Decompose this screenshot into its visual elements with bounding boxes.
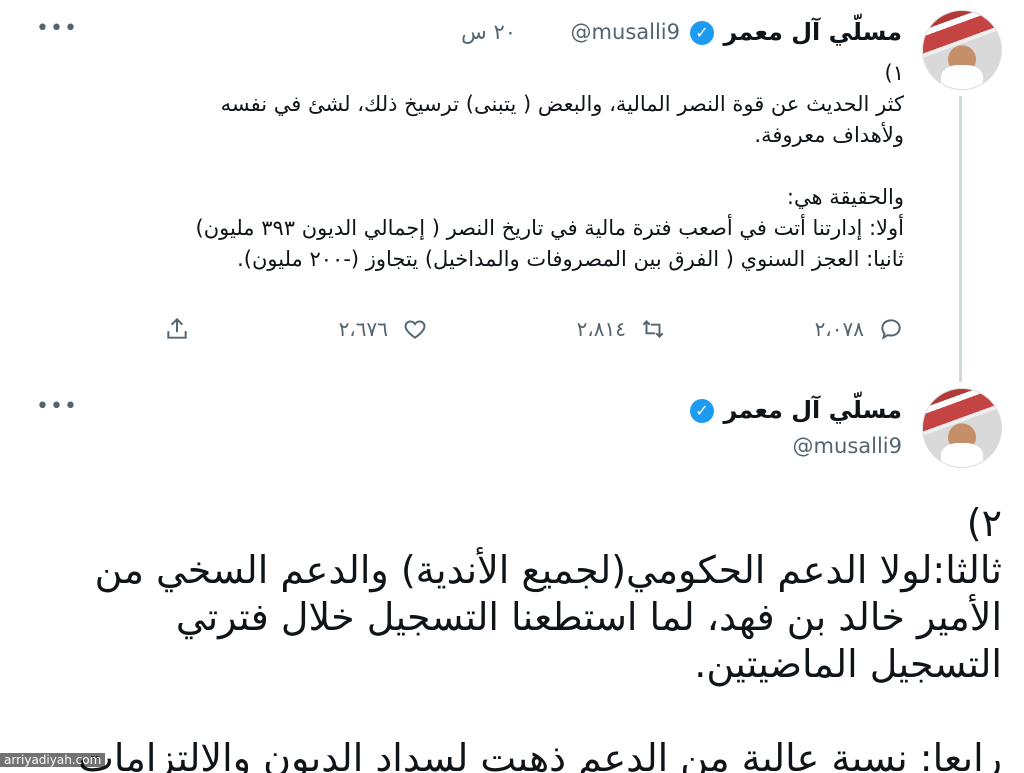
avatar[interactable] xyxy=(922,388,1002,468)
like-icon xyxy=(404,320,426,339)
handle[interactable]: @musalli9 xyxy=(571,20,680,44)
retweet-icon xyxy=(642,320,664,338)
retweet-count: ٢،٨١٤ xyxy=(576,317,626,341)
verified-badge-icon: ✓ xyxy=(690,399,714,423)
watermark: arriyadiyah.com xyxy=(0,753,106,767)
handle[interactable]: @musalli9 xyxy=(793,434,902,458)
tweet-actions: ٢،٠٧٨ ٢،٨١٤ ٢،٦٧٦ xyxy=(164,316,904,342)
tweet-text-line: ولأهداف معروفة. xyxy=(754,123,904,147)
tweet-text-line: ٢) xyxy=(966,501,1002,545)
tweet-text-line: رابعا: نسبة عالية من الدعم ذهبت لسداد ال… xyxy=(78,736,1002,773)
verified-badge-icon: ✓ xyxy=(690,21,714,45)
display-name[interactable]: مسلّي آل معمر xyxy=(723,396,902,424)
like-count: ٢،٦٧٦ xyxy=(338,317,388,341)
tweet-text-line: كثر الحديث عن قوة النصر المالية، والبعض … xyxy=(220,92,904,116)
tweet-2-body: ٢) ثالثا:لولا الدعم الحكومي(لجميع الأندي… xyxy=(12,500,1002,773)
tweet-text-line: أولا: إدارتنا أتت في أصعب فترة مالية في … xyxy=(195,216,904,240)
more-icon[interactable]: ••• xyxy=(36,16,78,41)
thread-line xyxy=(959,96,962,382)
retweet-button[interactable]: ٢،٨١٤ xyxy=(577,316,666,342)
share-button[interactable] xyxy=(164,316,190,342)
tweet-text-line xyxy=(12,688,1002,735)
tweet-text-line: التسجيل الماضيتين. xyxy=(694,642,1002,686)
avatar[interactable] xyxy=(922,10,1002,90)
tweet-text-line: والحقيقة هي: xyxy=(786,185,904,209)
tweet-text-line: ثالثا:لولا الدعم الحكومي(لجميع الأندية) … xyxy=(94,548,1002,592)
share-icon xyxy=(167,317,187,339)
tweet-text-line: ثانيا: العجز السنوي ( الفرق بين المصروفا… xyxy=(237,247,904,271)
display-name[interactable]: مسلّي آل معمر xyxy=(723,18,902,46)
tweet-text-line: ١) xyxy=(884,61,904,85)
more-icon[interactable]: ••• xyxy=(36,394,78,419)
timestamp[interactable]: ٢٠ س xyxy=(461,20,516,44)
reply-count: ٢،٠٧٨ xyxy=(814,317,864,341)
tweet-1: مسلّي آل معمر ✓ @musalli9 ٢٠ س ••• ١) كث… xyxy=(0,0,1024,382)
tweet-text-line: الأمير خالد بن فهد، لما استطعنا التسجيل … xyxy=(175,595,1002,639)
tweet-text-line xyxy=(44,151,904,182)
like-button[interactable]: ٢،٦٧٦ xyxy=(339,316,428,342)
reply-icon xyxy=(881,319,901,340)
reply-button[interactable]: ٢،٠٧٨ xyxy=(815,316,904,342)
tweet-body: ١) كثر الحديث عن قوة النصر المالية، والب… xyxy=(44,58,904,275)
